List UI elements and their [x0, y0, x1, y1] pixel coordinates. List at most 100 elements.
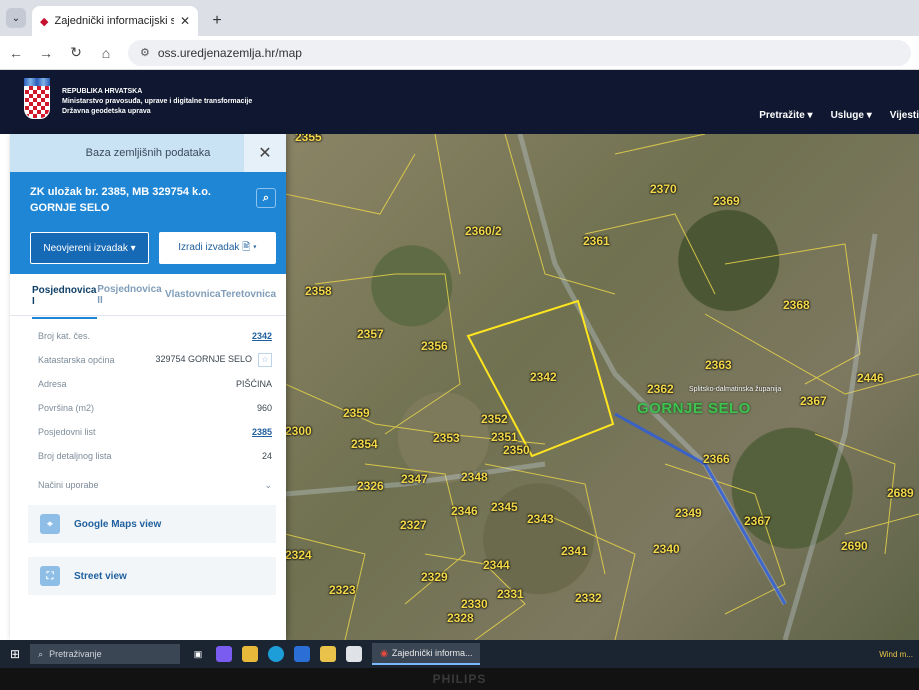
parcel-label: 2332 [575, 591, 602, 605]
parcel-label: 2367 [744, 514, 771, 528]
parcel-label: 2360/2 [465, 224, 502, 238]
google-maps-button[interactable]: ⌖ Google Maps view [28, 505, 276, 543]
record-row: ZK uložak br. 2385, MB 329754 k.o. GORNJ… [30, 184, 276, 216]
parcel-label: 2331 [497, 587, 524, 601]
close-panel-button[interactable]: ✕ [244, 134, 286, 172]
copilot-icon[interactable] [216, 646, 233, 662]
address-bar: ← → ↻ ⌂ ⚙ oss.uredjenazemlja.hr/map [0, 36, 919, 70]
parcel-label: 2446 [857, 371, 884, 385]
detail-label: Posjedovni list [38, 427, 96, 437]
windows-start-icon[interactable]: ⊞ [10, 647, 20, 661]
new-tab-button[interactable]: + [204, 8, 230, 34]
sheet-tabs: Posjednovica I Posjednovica II Vlastovni… [10, 271, 286, 319]
tab-search-button[interactable]: ⌄ [6, 8, 26, 28]
extract-buttons: Neovjereni izvadak ▾ Izradi izvadak 🖹 ▾ [30, 232, 276, 264]
close-icon[interactable]: ✕ [180, 14, 190, 28]
parcel-lines [285, 134, 919, 640]
parcel-label: 2363 [705, 358, 732, 372]
tab-title: Zajednički informacijski sustav ... [54, 15, 174, 27]
parcel-label: 2341 [561, 544, 588, 558]
croatian-coat-of-arms-icon [24, 78, 50, 119]
taskbar-search[interactable]: ⌕ Pretraživanje [30, 644, 181, 664]
parcel-label: 2330 [461, 597, 488, 611]
detail-value: 24 [261, 451, 272, 461]
parcel-label: 2351 [491, 430, 518, 444]
record-title: ZK uložak br. 2385, MB 329754 k.o. GORNJ… [30, 186, 211, 214]
menu-search[interactable]: Pretražite ▾ [759, 110, 812, 121]
tab-vlastovnica[interactable]: Vlastovnica [165, 289, 221, 300]
menu-news[interactable]: Vijesti [890, 110, 919, 121]
file-explorer-icon[interactable] [242, 646, 259, 662]
tab-posjednovica-1[interactable]: Posjednovica I [32, 271, 98, 319]
parcel-number-link[interactable]: 2342 [252, 331, 272, 341]
street-view-icon: ⛶ [40, 566, 60, 586]
parcel-label: 2354 [351, 437, 378, 451]
details-list: Broj kat. čes. 2342 Katastarska općina 329… [10, 316, 286, 468]
street-view-button[interactable]: ⛶ Street view [28, 557, 276, 595]
detail-row: Površina (m2) 960 [38, 396, 272, 420]
ministry-line: Ministarstvo pravosuđa, uprave i digital… [62, 98, 253, 105]
monitor-bezel: PHILIPS [0, 668, 919, 690]
task-view-icon[interactable]: ▣ [190, 646, 206, 662]
tab-bar: ⌄ ◆ Zajednički informacijski sustav ... … [0, 0, 919, 36]
uses-section[interactable]: Načini uporabe ⌄ [10, 468, 286, 491]
parcel-label: 2361 [583, 234, 610, 248]
detail-row: Broj kat. čes. 2342 [38, 324, 272, 348]
zoom-to-icon[interactable]: ⌕ [256, 188, 276, 208]
parcel-label: 2346 [451, 504, 478, 518]
edge-icon[interactable] [268, 646, 285, 662]
selected-parcel-label[interactable]: 2342 [530, 370, 557, 384]
site-header: REPUBLIKA HRVATSKA Ministarstvo pravosuđ… [0, 70, 919, 134]
parcel-label: 2689 [887, 486, 914, 500]
taskbar-app-chrome[interactable]: ◉ Zajednički informa... [372, 643, 481, 665]
parcel-label: 2347 [401, 472, 428, 486]
parcel-label: 2359 [343, 406, 370, 420]
parcel-label: 2367 [800, 394, 827, 408]
screen: ⌄ ◆ Zajednički informacijski sustav ... … [0, 0, 919, 668]
browser-tab[interactable]: ◆ Zajednički informacijski sustav ... ✕ [32, 6, 198, 36]
url-text: oss.uredjenazemlja.hr/map [157, 45, 302, 60]
possession-sheet-link[interactable]: 2385 [252, 427, 272, 437]
parcel-label: 2343 [527, 512, 554, 526]
app-icon[interactable] [346, 646, 363, 662]
parcel-label: 2328 [447, 611, 474, 625]
detail-row: Broj detaljnog lista 24 [38, 444, 272, 468]
site-settings-icon[interactable]: ⚙ [140, 46, 150, 59]
cadastre-panel: Baza zemljišnih podataka ✕ ZK uložak br.… [10, 134, 286, 640]
parcel-label: 2329 [421, 570, 448, 584]
create-extract-button[interactable]: Izradi izvadak 🖹 ▾ [159, 232, 276, 264]
parcel-label: 2356 [421, 339, 448, 353]
panel-title: Baza zemljišnih podataka [85, 147, 211, 159]
store-icon[interactable] [294, 646, 311, 662]
detail-label: Adresa [38, 379, 67, 389]
forward-icon[interactable]: → [38, 45, 54, 61]
home-icon[interactable]: ⌂ [98, 45, 114, 61]
ministry-line: Državna geodetska uprava [62, 108, 151, 115]
parcel-label: 2327 [400, 518, 427, 532]
detail-value: 329754 GORNJE SELO [155, 354, 252, 364]
url-field[interactable]: ⚙ oss.uredjenazemlja.hr/map [128, 39, 911, 66]
tab-posjednovica-2[interactable]: Posjednovica II [97, 284, 165, 306]
taskbar-app-label: Zajednički informa... [391, 648, 473, 658]
menu-services[interactable]: Usluge ▾ [831, 110, 872, 121]
close-icon: ✕ [258, 145, 272, 162]
parcel-label: 2348 [461, 470, 488, 484]
notes-icon[interactable] [320, 646, 337, 662]
parcel-label: 2300 [285, 424, 312, 438]
parcel-label: 2366 [703, 452, 730, 466]
windows-notice[interactable]: Wind m... [879, 650, 913, 659]
parcel-label: 2323 [329, 583, 356, 597]
back-icon[interactable]: ← [8, 45, 24, 61]
reload-icon[interactable]: ↻ [68, 44, 84, 61]
star-icon[interactable]: ☆ [258, 353, 272, 367]
unsigned-extract-button[interactable]: Neovjereni izvadak ▾ [30, 232, 149, 264]
tab-teretovnica[interactable]: Teretovnica [221, 289, 276, 300]
parcel-label: 2690 [841, 539, 868, 553]
parcel-label: 2352 [481, 412, 508, 426]
parcel-label: 2349 [675, 506, 702, 520]
map-pin-icon: ⌖ [40, 514, 60, 534]
monitor-brand: PHILIPS [432, 672, 487, 686]
taskbar: ⊞ ⌕ Pretraživanje ▣ ◉ Zajednički informa… [0, 640, 919, 668]
chevron-down-icon: ⌄ [264, 480, 272, 490]
map-view[interactable]: 2355 2370 2369 2360/2 2361 2358 2368 235… [285, 134, 919, 640]
